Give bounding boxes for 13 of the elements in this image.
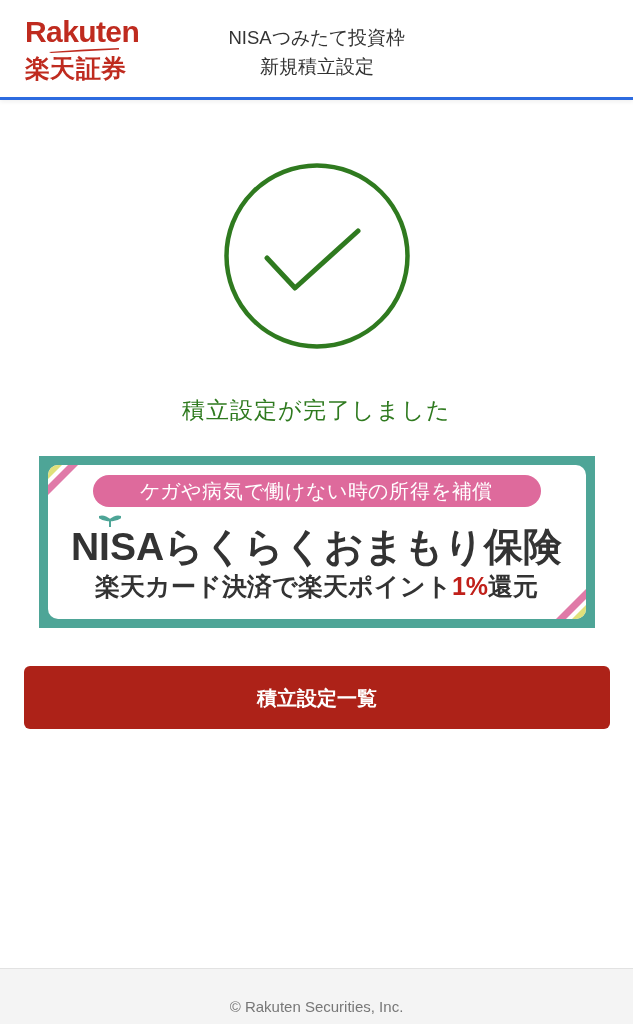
corner-band-icon — [555, 589, 586, 619]
corner-band-icon — [47, 465, 78, 495]
copyright-text: © Rakuten Securities, Inc. — [229, 997, 404, 1017]
logo-subtitle: 楽天証券 — [25, 54, 126, 82]
settings-list-button[interactable]: 積立設定一覧 — [23, 666, 610, 729]
logo-wordmark: Rakuten — [25, 17, 140, 47]
banner-title: NISAらくらくおまもり保険 — [70, 527, 563, 567]
sprout-icon — [98, 515, 121, 527]
success-message: 積立設定が完了しました — [182, 396, 451, 425]
page-title: NISAつみたて投資枠 — [228, 26, 405, 50]
tagline-pill: ケガや病気で働けない時の所得を補償 — [92, 475, 541, 507]
page-title: 新規積立設定 — [259, 55, 374, 79]
swoosh-icon — [49, 48, 119, 53]
